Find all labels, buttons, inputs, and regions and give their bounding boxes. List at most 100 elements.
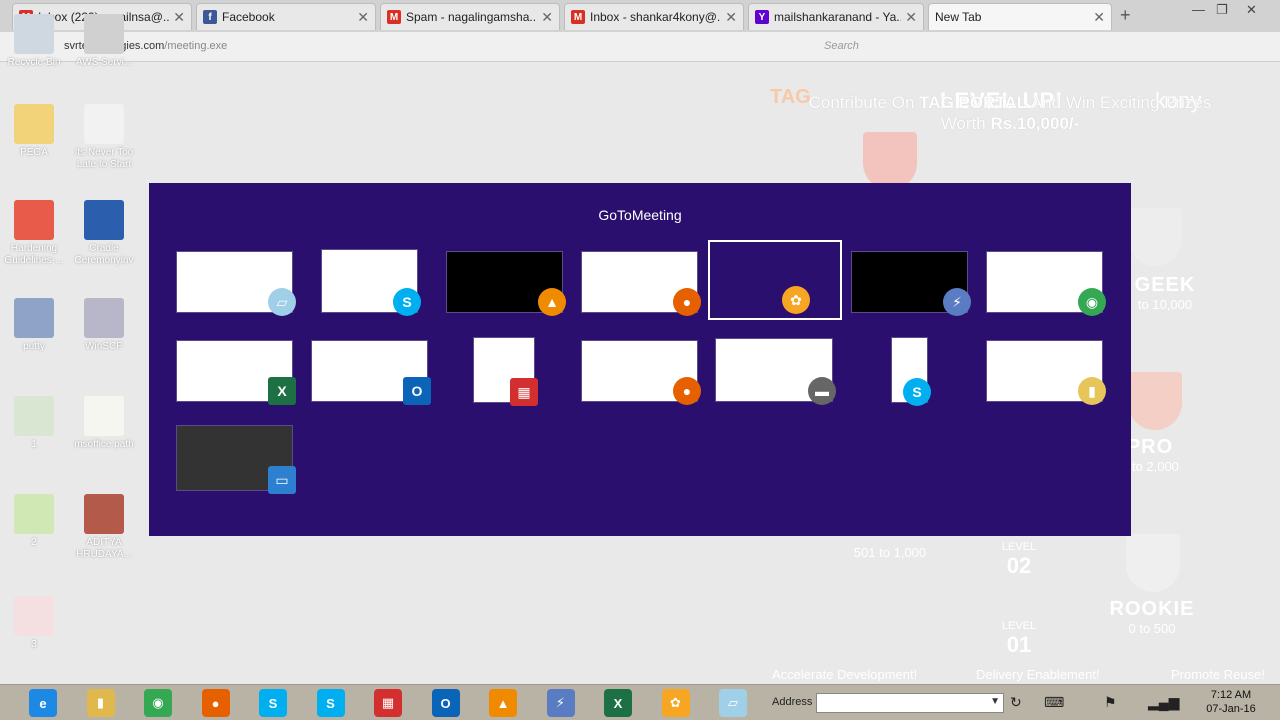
minimize-button[interactable]: — [1192,2,1205,17]
window-thumbnail[interactable]: ▬ [715,338,836,405]
taskbar-gotomeeting-icon[interactable]: ✿ [661,689,690,717]
desktop-icon[interactable]: Recycle Bin [0,14,70,69]
close-tab-icon[interactable]: ✕ [357,9,369,26]
chrome-icon: ◉ [1078,288,1106,316]
close-window-button[interactable]: ✕ [1246,2,1257,18]
taskbar-fortinet-icon[interactable]: ▦ [374,689,402,717]
desktop-icon[interactable]: PEGA [0,104,70,159]
desktop-icon[interactable]: AWS Servi... [68,14,140,69]
taskbar-skype-icon[interactable]: S [259,689,287,717]
gmail-icon: M [571,10,585,24]
desktop-icon-label: Recycle Bin [7,57,61,68]
window-thumbnail[interactable]: ◉ [986,251,1106,316]
desktop-icon[interactable]: 2 [0,494,70,549]
close-tab-icon[interactable]: ✕ [1093,9,1105,26]
window-thumbnail[interactable]: ⚡ [851,251,971,316]
taskbar-firefox-icon[interactable]: ● [201,689,230,717]
putty-icon: ⚡ [943,288,971,316]
desktop-icon[interactable]: msoffice path [68,396,140,451]
level-01: LEVEL 01 [1001,620,1037,657]
window-thumbnail[interactable]: X [176,340,296,405]
desktop-icon[interactable]: Its Never Too Late to Start [68,104,140,171]
window-thumbnail[interactable]: ▭ [176,425,296,494]
window-thumbnail[interactable]: ✿ [708,240,842,320]
desktop-icon-label: Cradle Ceremonyinv [74,243,134,266]
keyboard-icon[interactable]: ⌨ [1044,694,1064,711]
window-thumbnail[interactable]: ● [581,251,701,316]
skype-icon: S [393,288,421,316]
desktop-icon-image [14,200,54,240]
window-thumbnail[interactable]: O [311,340,431,405]
search-field[interactable]: Search [824,40,859,52]
promo-banner: Contribute On TAG PORTAL And Win Excitin… [808,93,1212,133]
desktop-icon-image [14,596,54,636]
window-thumbnail[interactable]: ● [581,340,701,405]
close-tab-icon[interactable]: ✕ [905,9,917,26]
chevron-down-icon[interactable]: ▼ [990,696,1000,707]
desktop-icon-label: ADITYA HRUDAYA... [76,537,132,560]
rank-rookie: ROOKIE 0 to 500 [1109,598,1195,636]
close-tab-icon[interactable]: ✕ [541,9,553,26]
restore-button[interactable]: ❐ [1216,2,1228,18]
skype-icon: S [903,378,931,406]
desktop-icon-label: AWS Servi... [75,57,133,68]
shield-pro-icon [1128,372,1182,430]
tab-title: Facebook [222,10,275,24]
desktop-icon-image [84,104,124,144]
yahoo-icon: Y [755,10,769,24]
browser-tab[interactable]: New Tab ✕ [928,3,1112,30]
desktop-icon[interactable]: 3 [0,596,70,651]
desktop-icon-label: PEGA [20,147,48,158]
desktop-icon[interactable]: 1 [0,396,70,451]
tab-title: Spam - nagalingamsha... [406,10,538,24]
window-thumbnail[interactable]: ▦ [473,337,538,406]
address-input[interactable]: ▼ [816,693,1004,713]
browser-tab[interactable]: M Inbox - shankar4kony@... ✕ [564,3,744,30]
close-tab-icon[interactable]: ✕ [173,9,185,26]
fortinet-icon: ▦ [510,378,538,406]
taskbar-vlc-icon[interactable]: ▲ [489,689,517,717]
desktop-icon[interactable]: putty [0,298,70,353]
desktop-icon[interactable]: ADITYA HRUDAYA... [68,494,140,561]
browser-tab[interactable]: M Spam - nagalingamsha... ✕ [380,3,560,30]
window-thumbnail[interactable]: ▲ [446,251,566,316]
window-thumbnail[interactable]: ▱ [176,251,296,316]
taskbar-explorer-icon[interactable]: ▮ [86,689,115,717]
switcher-title: GoToMeeting [598,207,682,223]
chat-icon: ▬ [808,377,836,405]
remote-desktop-icon: ▭ [268,466,296,494]
firefox-icon: ● [673,377,701,405]
shield-lion-icon [863,132,917,190]
taskbar-putty-icon[interactable]: ⚡ [546,689,575,717]
notification-flag-icon[interactable]: ⚑ [1104,694,1117,711]
desktop-icon-image [14,104,54,144]
desktop-icon[interactable]: WinSCP [68,298,140,353]
taskbar-ie-icon[interactable]: e [29,689,57,717]
new-tab-button[interactable]: + [1120,5,1131,26]
tab-title: New Tab [935,10,982,24]
taskbar-outlook-icon[interactable]: O [431,689,460,717]
tab-title: Inbox - shankar4kony@... [590,10,722,24]
desktop-icon[interactable]: Cradle Ceremonyinv [68,200,140,267]
window-thumbnail[interactable]: ▮ [986,340,1106,405]
notepad-icon: ▱ [268,288,296,316]
browser-tab[interactable]: f Facebook ✕ [196,3,376,30]
taskbar-notepad-icon[interactable]: ▱ [719,689,747,717]
taskbar-excel-icon[interactable]: X [604,689,632,717]
shield-wolf-icon [1126,534,1180,592]
window-thumbnail[interactable]: S [891,337,931,406]
window-thumbnail[interactable]: S [321,249,421,316]
refresh-icon[interactable]: ↻ [1010,694,1022,711]
desktop-icon-image [84,14,124,54]
desktop-icon[interactable]: Hardening Guidelines-... [0,200,70,267]
tagline-reuse: Promote Reuse! [1171,667,1265,682]
close-tab-icon[interactable]: ✕ [725,9,737,26]
system-clock[interactable]: 7:12 AM 07-Jan-16 [1196,688,1266,716]
browser-tab[interactable]: Ymailshankaranand - Ya... ✕ [748,3,924,30]
volume-icon[interactable]: ♪ [1172,694,1179,710]
desktop-icon-label: putty [23,341,45,352]
taskbar-skype-business-icon[interactable]: S [316,689,345,717]
taskbar-chrome-icon[interactable]: ◉ [144,689,172,717]
desktop-icon-image [14,396,54,436]
desktop-icon-image [84,298,124,338]
